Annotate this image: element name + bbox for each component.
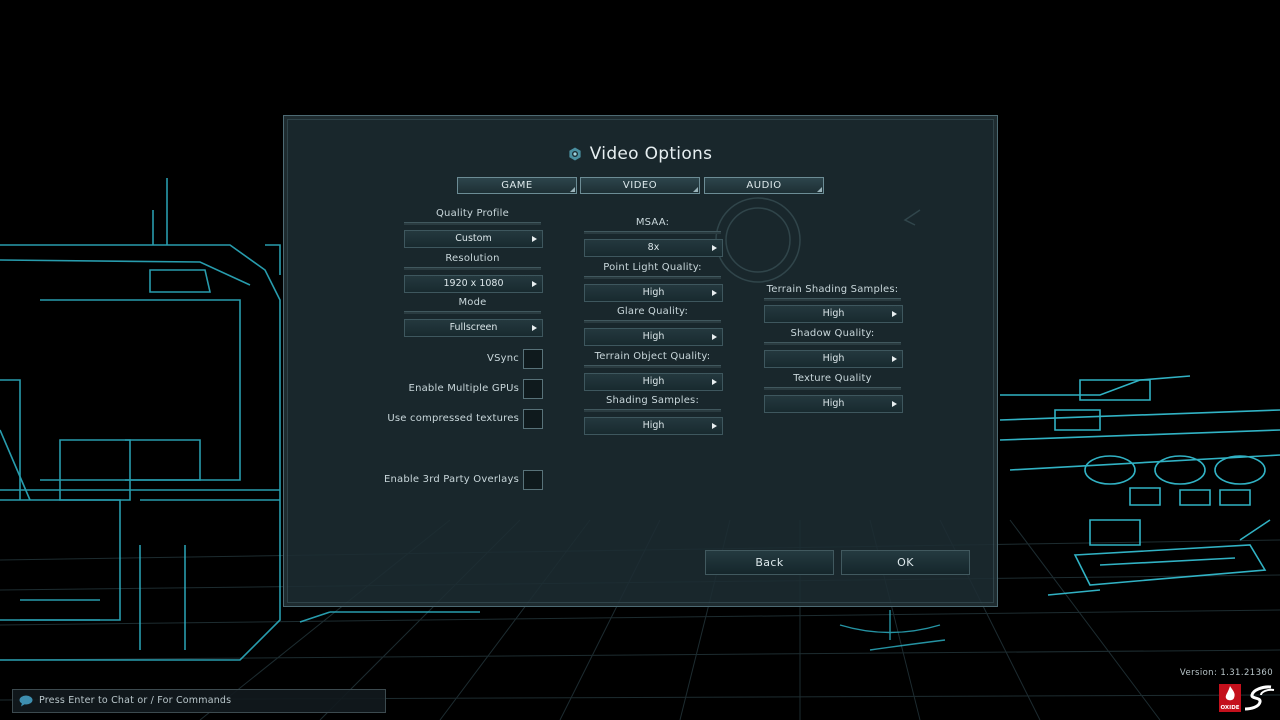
terrain-object-quality-label: Terrain Object Quality: (594, 351, 711, 362)
resolution-value: 1920 x 1080 (443, 278, 504, 289)
mode-value: Fullscreen (449, 322, 498, 333)
quality-profile-select[interactable]: Custom (404, 230, 543, 248)
stardock-logo (1244, 685, 1275, 711)
triangle-right-icon (532, 281, 537, 287)
shadow-quality-label: Shadow Quality: (790, 328, 875, 339)
flame-icon (1225, 686, 1235, 701)
glare-quality-value: High (642, 331, 665, 342)
compressed-textures-label: Use compressed textures (387, 413, 519, 424)
resolution-select[interactable]: 1920 x 1080 (404, 275, 543, 293)
triangle-right-icon (712, 379, 717, 385)
label-divider (764, 298, 901, 301)
shading-samples-label: Shading Samples: (605, 395, 700, 406)
oxide-logo: OXIDE (1219, 684, 1241, 712)
dialog-title-text: Video Options (589, 144, 713, 164)
triangle-right-icon (892, 311, 897, 317)
texture-quality-label: Texture Quality (793, 373, 872, 384)
mode-label: Mode (458, 297, 487, 308)
resolution-label: Resolution (445, 253, 500, 264)
point-light-quality-value: High (642, 287, 665, 298)
quality-profile-value: Custom (455, 233, 492, 244)
third-party-overlays-checkbox[interactable] (523, 470, 543, 490)
terrain-shading-samples-label: Terrain Shading Samples: (766, 284, 899, 295)
third-party-overlays-label: Enable 3rd Party Overlays (384, 474, 519, 485)
oxide-logo-text: OXIDE (1220, 705, 1240, 711)
vsync-label: VSync (487, 353, 519, 364)
tab-video[interactable]: VIDEO (580, 177, 700, 194)
terrain-object-quality-value: High (642, 376, 665, 387)
label-divider (404, 311, 541, 314)
chat-prompt: Press Enter to Chat or / For Commands (39, 695, 232, 706)
multi-gpu-label: Enable Multiple GPUs (408, 383, 519, 394)
game-screen: Video Options GAME VIDEO AUDIO Quality P… (0, 0, 1280, 720)
terrain-shading-samples-select[interactable]: High (764, 305, 903, 323)
triangle-right-icon (712, 245, 717, 251)
texture-quality-value: High (822, 398, 845, 409)
label-divider (584, 365, 721, 368)
glare-quality-label: Glare Quality: (616, 306, 689, 317)
shadow-quality-select[interactable]: High (764, 350, 903, 368)
shading-samples-value: High (642, 420, 665, 431)
version-text: Version: 1.31.21360 (1179, 668, 1273, 678)
point-light-quality-select[interactable]: High (584, 284, 723, 302)
ok-button[interactable]: OK (841, 550, 970, 575)
triangle-right-icon (892, 401, 897, 407)
triangle-right-icon (532, 325, 537, 331)
terrain-shading-samples-value: High (822, 308, 845, 319)
dialog-title: Video Options (0, 144, 1280, 164)
chat-bubble-icon (19, 695, 33, 707)
label-divider (404, 267, 541, 270)
multi-gpu-checkbox[interactable] (523, 379, 543, 399)
shading-samples-select[interactable]: High (584, 417, 723, 435)
vsync-checkbox[interactable] (523, 349, 543, 369)
triangle-right-icon (712, 423, 717, 429)
label-divider (584, 276, 721, 279)
label-divider (404, 222, 541, 225)
msaa-value: 8x (647, 242, 660, 253)
msaa-select[interactable]: 8x (584, 239, 723, 257)
triangle-right-icon (892, 356, 897, 362)
shadow-quality-value: High (822, 353, 845, 364)
label-divider (764, 342, 901, 345)
quality-profile-label: Quality Profile (435, 208, 509, 219)
options-gear-icon (569, 147, 581, 161)
chat-bar[interactable]: Press Enter to Chat or / For Commands (12, 689, 386, 713)
label-divider (764, 387, 901, 390)
triangle-right-icon (712, 290, 717, 296)
label-divider (584, 409, 721, 412)
point-light-quality-label: Point Light Quality: (603, 262, 702, 273)
back-button[interactable]: Back (705, 550, 834, 575)
compressed-textures-checkbox[interactable] (523, 409, 543, 429)
glare-quality-select[interactable]: High (584, 328, 723, 346)
mode-select[interactable]: Fullscreen (404, 319, 543, 337)
msaa-label: MSAA: (635, 217, 670, 228)
tab-game[interactable]: GAME (457, 177, 577, 194)
tab-audio[interactable]: AUDIO (704, 177, 824, 194)
texture-quality-select[interactable]: High (764, 395, 903, 413)
label-divider (584, 231, 721, 234)
triangle-right-icon (532, 236, 537, 242)
triangle-right-icon (712, 334, 717, 340)
terrain-object-quality-select[interactable]: High (584, 373, 723, 391)
label-divider (584, 320, 721, 323)
